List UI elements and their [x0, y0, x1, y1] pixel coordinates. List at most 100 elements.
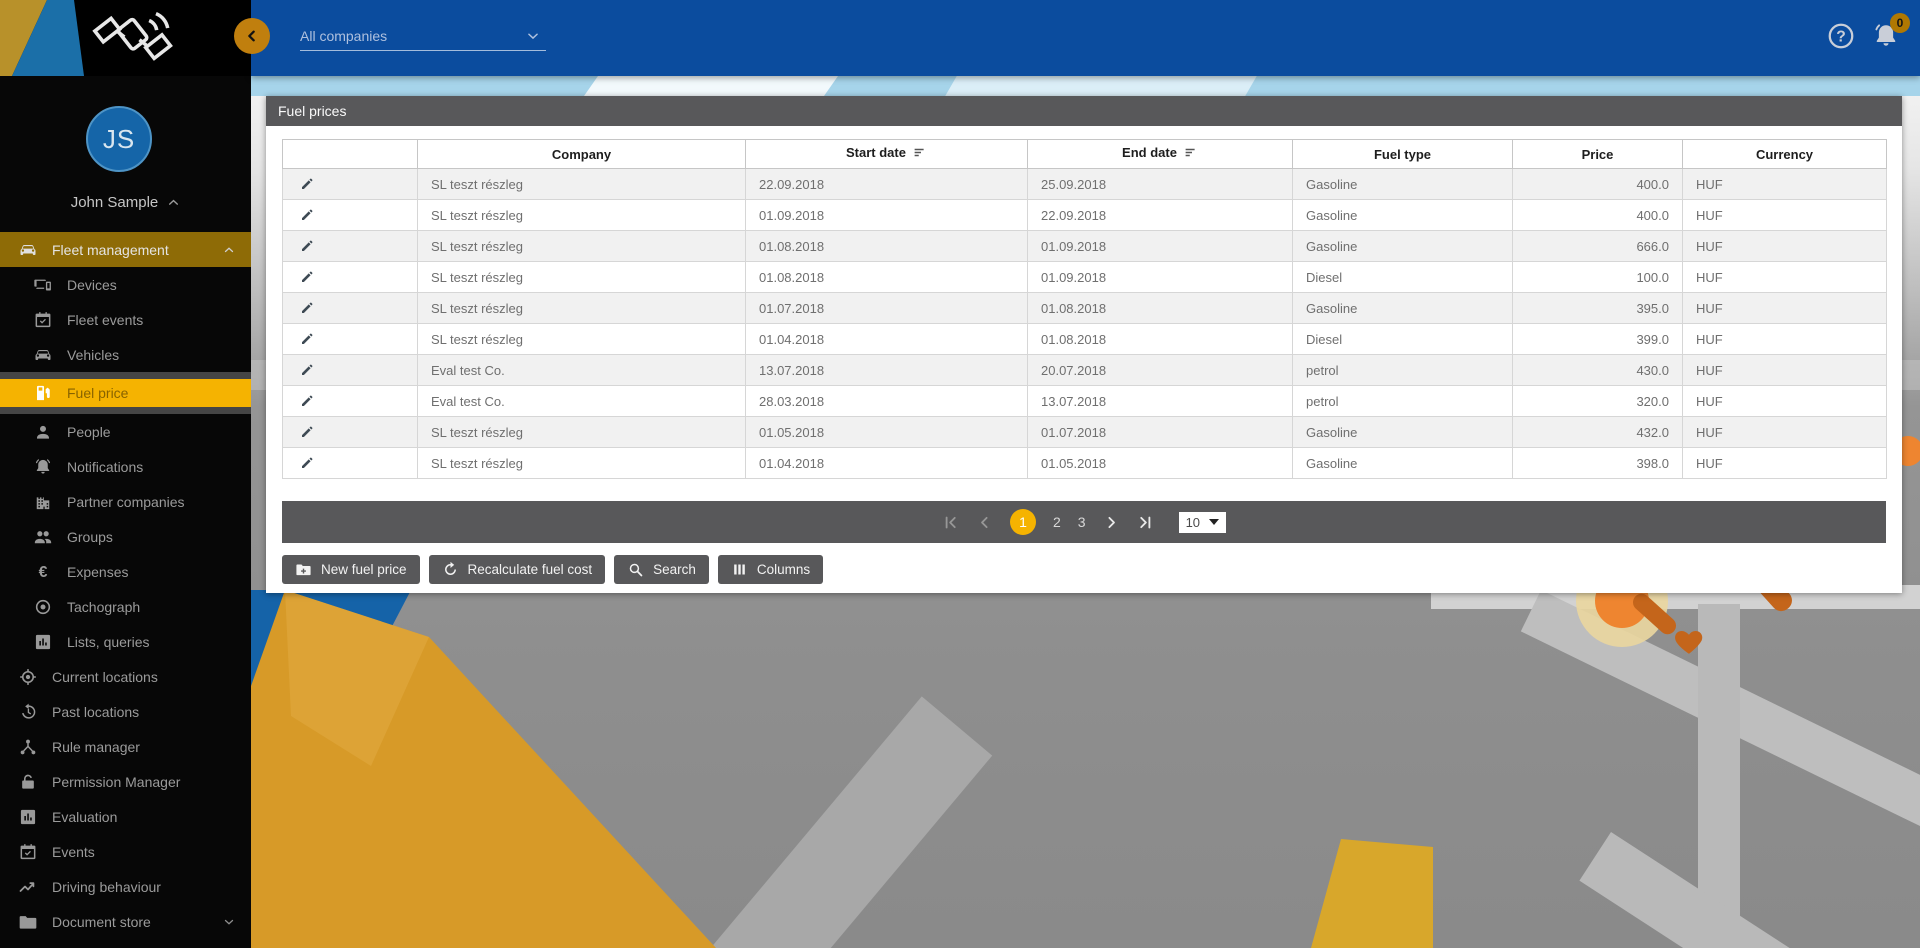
new-fuel-price-button[interactable]: New fuel price [282, 555, 420, 584]
sidebar-item-document-store[interactable]: Document store [0, 904, 251, 939]
refresh-icon [442, 561, 459, 578]
cell-price: 399.0 [1513, 324, 1683, 355]
cell-end_date: 22.09.2018 [1028, 200, 1293, 231]
notifications-button[interactable]: 0 [1871, 21, 1901, 51]
sidebar-item-evaluation[interactable]: Evaluation [0, 799, 251, 834]
car-icon [18, 240, 38, 260]
sidebar-item-label: Permission Manager [52, 774, 180, 790]
next-page-icon [1103, 514, 1120, 531]
edit-row-button[interactable] [299, 269, 315, 285]
cell-currency: HUF [1683, 200, 1887, 231]
prev-page-button[interactable] [976, 514, 993, 531]
recalculate-fuel-cost-button[interactable]: Recalculate fuel cost [429, 555, 606, 584]
columns-button[interactable]: Columns [718, 555, 823, 584]
sidebar-collapse-button[interactable] [234, 18, 270, 54]
column-header-edit [283, 140, 418, 169]
cell-end_date: 20.07.2018 [1028, 355, 1293, 386]
cell-company: SL teszt részleg [418, 324, 746, 355]
edit-row-button[interactable] [299, 362, 315, 378]
edit-row-button[interactable] [299, 238, 315, 254]
cell-end_date: 01.05.2018 [1028, 448, 1293, 479]
sidebar-item-vehicles[interactable]: Vehicles [0, 337, 251, 372]
edit-row-button[interactable] [299, 176, 315, 192]
sidebar-item-tachograph[interactable]: Tachograph [0, 589, 251, 624]
folder-plus-icon [295, 561, 312, 578]
last-page-button[interactable] [1137, 514, 1154, 531]
people-icon [33, 527, 53, 547]
page-size-select[interactable]: 10 [1179, 512, 1226, 533]
sidebar-menu: Fleet management Devices Fleet events Vehic… [0, 232, 251, 939]
calendar-check-icon [18, 842, 38, 862]
cell-price: 100.0 [1513, 262, 1683, 293]
pencil-icon [299, 331, 315, 347]
first-page-button[interactable] [942, 514, 959, 531]
sidebar-item-fleet-events[interactable]: Fleet events [0, 302, 251, 337]
search-button[interactable]: Search [614, 555, 709, 584]
button-label: Recalculate fuel cost [468, 562, 593, 577]
sidebar-item-rule-manager[interactable]: Rule manager [0, 729, 251, 764]
prev-page-icon [976, 514, 993, 531]
sidebar-item-current-locations[interactable]: Current locations [0, 659, 251, 694]
cell-company: SL teszt részleg [418, 200, 746, 231]
sidebar-item-label: Fleet events [67, 312, 143, 328]
cell-price: 398.0 [1513, 448, 1683, 479]
sidebar-item-lists-queries[interactable]: Lists, queries [0, 624, 251, 659]
first-page-icon [942, 514, 959, 531]
user-name: John Sample [71, 194, 159, 211]
sidebar-item-past-locations[interactable]: Past locations [0, 694, 251, 729]
pencil-icon [299, 207, 315, 223]
sidebar-item-driving-behaviour[interactable]: Driving behaviour [0, 869, 251, 904]
company-select[interactable]: All companies [300, 21, 546, 51]
satellite-icon [78, 4, 190, 70]
edit-row-button[interactable] [299, 393, 315, 409]
help-button[interactable]: ? [1826, 21, 1856, 51]
pencil-icon [299, 176, 315, 192]
edit-row-button[interactable] [299, 300, 315, 316]
table-row: SL teszt részleg01.04.201801.05.2018Gaso… [283, 448, 1887, 479]
cell-edit [283, 169, 418, 200]
column-header-start_date[interactable]: Start date [746, 140, 1028, 169]
cell-start_date: 01.04.2018 [746, 324, 1028, 355]
cell-company: SL teszt részleg [418, 448, 746, 479]
sidebar-item-label: Vehicles [67, 347, 119, 363]
columns-icon [731, 561, 748, 578]
svg-text:€: € [39, 564, 48, 581]
cell-currency: HUF [1683, 386, 1887, 417]
sidebar-item-partner-companies[interactable]: Partner companies [0, 484, 251, 519]
table-row: SL teszt részleg22.09.201825.09.2018Gaso… [283, 169, 1887, 200]
cell-edit [283, 448, 418, 479]
page-button-current[interactable]: 1 [1010, 509, 1036, 535]
user-menu[interactable]: John Sample [0, 191, 251, 213]
app-logo [0, 0, 251, 76]
edit-row-button[interactable] [299, 455, 315, 471]
page-button[interactable]: 2 [1053, 514, 1061, 530]
sidebar-item-fleet-management[interactable]: Fleet management [0, 232, 251, 267]
cell-edit [283, 386, 418, 417]
edit-row-button[interactable] [299, 424, 315, 440]
cell-company: Eval test Co. [418, 355, 746, 386]
column-header-end_date[interactable]: End date [1028, 140, 1293, 169]
sidebar-item-label: Devices [67, 277, 117, 293]
next-page-button[interactable] [1103, 514, 1120, 531]
sidebar-item-expenses[interactable]: €Expenses [0, 554, 251, 589]
page-button[interactable]: 3 [1078, 514, 1086, 530]
column-header-company: Company [418, 140, 746, 169]
edit-row-button[interactable] [299, 207, 315, 223]
table-header-row: CompanyStart dateEnd dateFuel typePriceC… [283, 140, 1887, 169]
sidebar-item-fuel-price[interactable]: Fuel price [0, 372, 251, 414]
tachograph-icon [33, 597, 53, 617]
building-icon [33, 492, 53, 512]
edit-row-button[interactable] [299, 331, 315, 347]
sidebar-item-groups[interactable]: Groups [0, 519, 251, 554]
sidebar-item-devices[interactable]: Devices [0, 267, 251, 302]
sidebar-item-people[interactable]: People [0, 414, 251, 449]
pencil-icon [299, 238, 315, 254]
notifications-badge: 0 [1890, 13, 1910, 33]
sidebar-item-events[interactable]: Events [0, 834, 251, 869]
cell-fuel_type: petrol [1293, 386, 1513, 417]
cell-price: 400.0 [1513, 200, 1683, 231]
sidebar-item-permission-manager[interactable]: Permission Manager [0, 764, 251, 799]
table-row: SL teszt részleg01.05.201801.07.2018Gaso… [283, 417, 1887, 448]
sidebar-item-notifications[interactable]: Notifications [0, 449, 251, 484]
avatar: JS [86, 106, 152, 172]
